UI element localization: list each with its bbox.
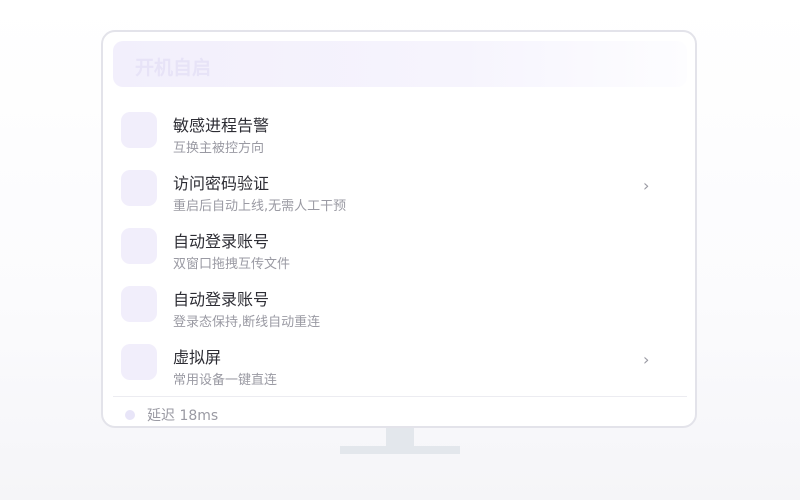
chevron-right-icon[interactable]: ›	[643, 176, 649, 195]
setting-item-auto-login-1[interactable]: 自动登录账号 双窗口拖拽互传文件	[103, 220, 695, 278]
setting-label: 敏感进程告警	[173, 116, 270, 135]
setting-label: 访问密码验证	[173, 174, 270, 193]
window-title: 开机自启	[135, 57, 212, 79]
latency-text: 延迟 18ms	[147, 408, 219, 424]
setting-description: 重启后自动上线,无需人工干预	[173, 199, 347, 214]
setting-label: 虚拟屏	[173, 348, 222, 367]
monitor-stand-neck	[386, 428, 414, 446]
setting-description: 互换主被控方向	[173, 141, 265, 156]
monitor-stand-base	[340, 446, 460, 454]
settings-list: 敏感进程告警 互换主被控方向 访问密码验证 重启后自动上线,无需人工干预 › 自…	[103, 104, 695, 394]
setting-icon	[121, 344, 157, 380]
chevron-right-icon[interactable]: ›	[643, 350, 649, 369]
setting-icon	[121, 112, 157, 148]
setting-description: 常用设备一键直连	[173, 373, 278, 388]
setting-label: 自动登录账号	[173, 290, 270, 309]
status-dot-icon	[125, 410, 135, 420]
setting-icon	[121, 228, 157, 264]
setting-icon	[121, 286, 157, 322]
setting-item-access-password[interactable]: 访问密码验证 重启后自动上线,无需人工干预 ›	[103, 162, 695, 220]
setting-item-virtual-screen[interactable]: 虚拟屏 常用设备一键直连 ›	[103, 336, 695, 394]
footer-divider	[113, 396, 687, 397]
setting-item-auto-login-2[interactable]: 自动登录账号 登录态保持,断线自动重连	[103, 278, 695, 336]
setting-item-sensitive-process-alert[interactable]: 敏感进程告警 互换主被控方向	[103, 104, 695, 162]
setting-label: 自动登录账号	[173, 232, 270, 251]
setting-description: 双窗口拖拽互传文件	[173, 257, 291, 272]
title-bar: 开机自启	[113, 41, 687, 87]
monitor-frame: 开机自启 敏感进程告警 互换主被控方向 访问密码验证 重启后自动上线,无需人工干…	[101, 30, 697, 428]
setting-icon	[121, 170, 157, 206]
setting-description: 登录态保持,断线自动重连	[173, 315, 321, 330]
desktop-stage: 开机自启 敏感进程告警 互换主被控方向 访问密码验证 重启后自动上线,无需人工干…	[0, 0, 800, 500]
